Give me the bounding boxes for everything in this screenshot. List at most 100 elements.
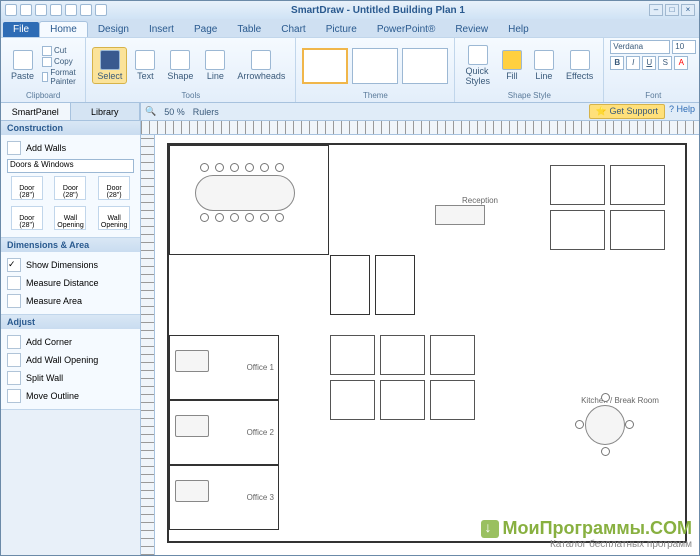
tab-table[interactable]: Table [227,22,271,37]
paste-button[interactable]: Paste [7,48,38,83]
restroom-b[interactable] [375,255,415,315]
tab-chart[interactable]: Chart [271,22,315,37]
font-family-select[interactable]: Verdana [610,40,670,54]
cubicle[interactable] [430,335,475,375]
rulers-toggle[interactable]: Rulers [193,107,219,117]
reception-desk[interactable] [435,205,485,225]
kitchen-room[interactable]: Kitchen / Break Room [555,325,685,475]
chair[interactable] [275,163,284,172]
help-button[interactable]: ? Help [669,104,695,119]
theme-option-3[interactable] [402,48,448,84]
door-28-c[interactable]: Door (28") [98,176,130,200]
cubicle[interactable] [610,165,665,205]
doors-windows-select[interactable]: Doors & Windows [7,159,134,173]
tab-file[interactable]: File [3,22,39,37]
restroom-a[interactable] [330,255,370,315]
cubicle[interactable] [550,210,605,250]
add-walls-item[interactable]: Add Walls [7,139,134,157]
qat-export-icon[interactable] [95,4,107,16]
qat-save-icon[interactable] [20,4,32,16]
chair[interactable] [625,420,634,429]
office2-desk[interactable] [175,415,209,437]
cut-button[interactable]: Cut [42,46,79,56]
minimize-button[interactable]: – [649,4,663,16]
chair[interactable] [245,213,254,222]
wall-opening-a[interactable]: Wall Opening [54,206,86,230]
fill-button[interactable]: Fill [498,48,526,83]
chair[interactable] [230,213,239,222]
office3-desk[interactable] [175,480,209,502]
chair[interactable] [601,447,610,456]
conference-table[interactable] [195,175,295,211]
tab-smartpanel[interactable]: SmartPanel [1,103,71,120]
chair[interactable] [601,393,610,402]
door-28-a[interactable]: Door (28") [11,176,43,200]
cubicle[interactable] [380,335,425,375]
tab-help[interactable]: Help [498,22,539,37]
line-tool[interactable]: Line [201,48,229,83]
tab-home[interactable]: Home [39,21,88,37]
chair[interactable] [200,163,209,172]
select-tool[interactable]: Select [92,47,127,84]
quickstyles-button[interactable]: Quick Styles [461,43,494,88]
move-outline-item[interactable]: Move Outline [7,387,134,405]
cubicle[interactable] [610,210,665,250]
tab-library[interactable]: Library [71,103,141,120]
drawing-canvas[interactable]: Conference Room Reception [155,135,699,555]
shape-tool[interactable]: Shape [163,48,197,83]
office1-desk[interactable] [175,350,209,372]
add-wall-opening-item[interactable]: Add Wall Opening [7,351,134,369]
tab-design[interactable]: Design [88,22,139,37]
chair[interactable] [245,163,254,172]
theme-option-1[interactable] [302,48,348,84]
qat-redo-icon[interactable] [50,4,62,16]
theme-option-2[interactable] [352,48,398,84]
chair[interactable] [215,213,224,222]
effects-button[interactable]: Effects [562,48,597,83]
show-dimensions-item[interactable]: ✓Show Dimensions [7,256,134,274]
maximize-button[interactable]: □ [665,4,679,16]
qat-email-icon[interactable] [80,4,92,16]
wall-opening-b[interactable]: Wall Opening [98,206,130,230]
kitchen-table[interactable] [585,405,625,445]
strike-button[interactable]: S [658,56,672,70]
chair[interactable] [260,213,269,222]
zoom-icon[interactable]: 🔍 [145,106,156,117]
bold-button[interactable]: B [610,56,624,70]
format-painter-button[interactable]: Format Painter [42,68,79,86]
qat-undo-icon[interactable] [35,4,47,16]
text-tool[interactable]: Text [131,48,159,83]
close-button[interactable]: × [681,4,695,16]
zoom-value[interactable]: 50 % [164,107,185,117]
chair[interactable] [200,213,209,222]
line-style-button[interactable]: Line [530,48,558,83]
split-wall-item[interactable]: Split Wall [7,369,134,387]
door-28-d[interactable]: Door (28") [11,206,43,230]
tab-powerpoint[interactable]: PowerPoint® [367,22,446,37]
underline-button[interactable]: U [642,56,656,70]
font-color-button[interactable]: A [674,56,688,70]
chair[interactable] [575,420,584,429]
tab-insert[interactable]: Insert [139,22,184,37]
measure-distance-item[interactable]: Measure Distance [7,274,134,292]
cubicle[interactable] [550,165,605,205]
tab-page[interactable]: Page [184,22,227,37]
font-size-select[interactable]: 10 [672,40,696,54]
chair[interactable] [275,213,284,222]
chair[interactable] [260,163,269,172]
tab-review[interactable]: Review [445,22,498,37]
cubicle[interactable] [430,380,475,420]
arrowheads-tool[interactable]: Arrowheads [233,48,289,83]
measure-area-item[interactable]: Measure Area [7,292,134,310]
italic-button[interactable]: I [626,56,640,70]
door-28-b[interactable]: Door (28") [54,176,86,200]
copy-button[interactable]: Copy [42,57,79,67]
chair[interactable] [230,163,239,172]
cubicle[interactable] [330,380,375,420]
app-icon[interactable] [5,4,17,16]
cubicle[interactable] [380,380,425,420]
reception-room[interactable]: Reception [415,145,545,255]
chair[interactable] [215,163,224,172]
qat-print-icon[interactable] [65,4,77,16]
tab-picture[interactable]: Picture [316,22,367,37]
